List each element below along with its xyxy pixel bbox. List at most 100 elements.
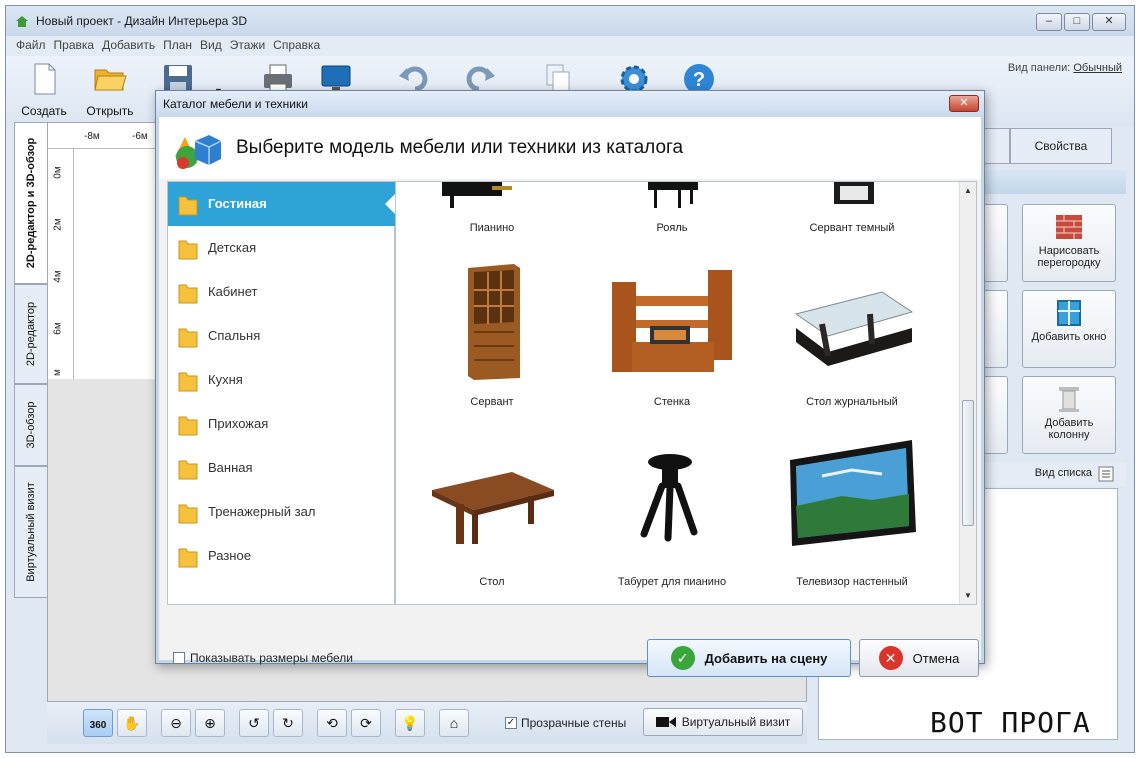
menu-plan[interactable]: План xyxy=(163,36,192,56)
model-coffee-table[interactable]: Стол журнальный xyxy=(762,256,942,416)
tab-2d-editor[interactable]: 2D-редактор xyxy=(14,284,48,384)
menu-file[interactable]: Файл xyxy=(16,36,46,56)
title-bar: Новый проект - Дизайн Интерьера 3D ‒ □ ✕ xyxy=(6,6,1134,36)
rotate-right-button[interactable]: ↻ xyxy=(273,709,303,737)
category-kitchen[interactable]: Кухня xyxy=(168,358,396,402)
dialog-body: Выберите модель мебели или техники из ка… xyxy=(159,117,981,677)
folder-icon xyxy=(178,460,198,480)
category-misc[interactable]: Разное xyxy=(168,534,396,578)
zoom-in-button[interactable]: ⊕ xyxy=(195,709,225,737)
video-camera-icon xyxy=(655,717,676,727)
scroll-up-icon[interactable]: ▲ xyxy=(964,186,972,195)
show-sizes-toggle[interactable]: Показывать размеры мебели xyxy=(173,651,353,665)
category-label: Разное xyxy=(208,548,251,563)
ruler-left-label: 6м xyxy=(52,322,64,335)
model-wall-unit[interactable]: Стенка xyxy=(582,256,762,416)
zoom-out-button[interactable]: ⊖ xyxy=(161,709,191,737)
rotate-right-icon: ↻ xyxy=(282,715,294,731)
model-label: Стенка xyxy=(653,396,691,408)
list-view-label: Вид списка xyxy=(1034,467,1092,479)
model-piano-stool[interactable]: Табурет для пианино xyxy=(582,436,762,596)
model-label: Табурет для пианино xyxy=(617,576,727,588)
app-icon xyxy=(16,16,28,27)
orbit-right-button[interactable]: ⟳ xyxy=(351,709,381,737)
cancel-button[interactable]: ✕ Отмена xyxy=(859,639,979,677)
piano-stool-thumbnail xyxy=(640,454,698,542)
minimize-button[interactable]: ‒ xyxy=(1036,13,1062,31)
model-dark-sideboard[interactable]: Сервант темный xyxy=(762,182,942,242)
dialog-title: Каталог мебели и техники xyxy=(163,97,308,111)
menu-view[interactable]: Вид xyxy=(200,36,222,56)
draw-partition-button[interactable]: Нарисовать перегородку xyxy=(1022,204,1116,282)
tab-properties[interactable]: Свойства xyxy=(1010,128,1112,164)
wall-tv-thumbnail xyxy=(790,440,916,546)
category-label: Прихожая xyxy=(208,416,269,431)
catalog-dialog: Каталог мебели и техники ✕ Выберите моде… xyxy=(155,90,985,677)
zoom-out-icon: ⊖ xyxy=(170,715,182,731)
lightbulb-icon: 💡 xyxy=(401,715,419,731)
ruler-left: 0м 2м 4м 6м м xyxy=(48,149,74,379)
category-office[interactable]: Кабинет xyxy=(168,270,396,314)
model-label: Стол журнальный xyxy=(806,396,898,408)
model-grid-scrollbar[interactable]: ▲ ▼ xyxy=(959,182,976,604)
create-button[interactable]: Создать xyxy=(14,62,74,118)
menu-add[interactable]: Добавить xyxy=(102,36,155,56)
category-gym[interactable]: Тренажерный зал xyxy=(168,490,396,534)
add-to-scene-button[interactable]: ✓ Добавить на сцену xyxy=(647,639,851,677)
category-label: Спальня xyxy=(208,328,261,343)
hand-icon: ✋ xyxy=(123,715,141,731)
rotate-left-button[interactable]: ↺ xyxy=(239,709,269,737)
category-living-room[interactable]: Гостиная xyxy=(168,182,397,226)
transparent-walls-toggle[interactable]: ✓ Прозрачные стены xyxy=(505,716,626,730)
virtual-visit-button[interactable]: Виртуальный визит xyxy=(643,708,803,736)
maximize-button[interactable]: □ xyxy=(1064,13,1090,31)
menu-help[interactable]: Справка xyxy=(273,36,320,56)
model-label: Сервант xyxy=(470,396,514,408)
view-tabs: 2D-редактор и 3D-обзор 2D-редактор 3D-об… xyxy=(14,122,48,642)
model-table[interactable]: Стол xyxy=(402,436,582,596)
rotate-360-button[interactable]: 360 xyxy=(83,709,113,737)
tab-virtual-visit[interactable]: Виртуальный визит xyxy=(14,466,48,598)
dialog-close-button[interactable]: ✕ xyxy=(949,95,979,112)
panel-mode-link[interactable]: Обычный xyxy=(1073,62,1122,74)
category-bathroom[interactable]: Ванная xyxy=(168,446,396,490)
orbit-left-button[interactable]: ⟲ xyxy=(317,709,347,737)
model-piano[interactable]: Пианино xyxy=(402,182,582,242)
list-view-icon[interactable] xyxy=(1098,466,1114,482)
add-window-button[interactable]: Добавить окно xyxy=(1022,290,1116,368)
model-wall-tv[interactable]: Телевизор настенный xyxy=(762,436,942,596)
open-button[interactable]: Открыть xyxy=(80,62,140,118)
folder-icon xyxy=(178,284,198,304)
ruler-left-label: 4м xyxy=(52,270,64,283)
category-label: Гостиная xyxy=(208,196,267,211)
ruler-left-label: м xyxy=(51,369,63,376)
menu-edit[interactable]: Правка xyxy=(54,36,95,56)
add-column-button[interactable]: Добавить колонну xyxy=(1022,376,1116,454)
show-sizes-checkbox[interactable] xyxy=(173,652,185,664)
model-grand-piano[interactable]: Рояль xyxy=(582,182,762,242)
light-button[interactable]: 💡 xyxy=(395,709,425,737)
scroll-down-icon[interactable]: ▼ xyxy=(964,591,972,600)
column-icon xyxy=(1059,387,1079,412)
add-to-scene-label: Добавить на сцену xyxy=(704,650,828,666)
dialog-title-bar: Каталог мебели и техники ✕ xyxy=(156,91,984,117)
brick-wall-icon xyxy=(1056,215,1082,239)
model-sideboard[interactable]: Сервант xyxy=(402,256,582,416)
orbit-left-icon: ⟲ xyxy=(326,715,338,731)
orbit-right-icon: ⟳ xyxy=(360,715,372,731)
home-view-button[interactable]: ⌂ xyxy=(439,709,469,737)
scroll-thumb[interactable] xyxy=(962,400,974,526)
rotate-left-icon: ↺ xyxy=(248,715,260,731)
pan-button[interactable]: ✋ xyxy=(117,709,147,737)
tab-2d-3d[interactable]: 2D-редактор и 3D-обзор xyxy=(14,122,48,284)
transparent-walls-checkbox[interactable]: ✓ xyxy=(505,717,517,729)
tab-3d-view[interactable]: 3D-обзор xyxy=(14,384,48,466)
close-button[interactable]: ✕ xyxy=(1092,13,1126,31)
add-column-label: Добавить колонну xyxy=(1044,417,1094,441)
menu-floors[interactable]: Этажи xyxy=(230,36,265,56)
category-bedroom[interactable]: Спальня xyxy=(168,314,396,358)
window-icon xyxy=(1057,300,1081,326)
ruler-top-label: -6м xyxy=(132,131,148,142)
category-hallway[interactable]: Прихожая xyxy=(168,402,396,446)
category-kids-room[interactable]: Детская xyxy=(168,226,396,270)
